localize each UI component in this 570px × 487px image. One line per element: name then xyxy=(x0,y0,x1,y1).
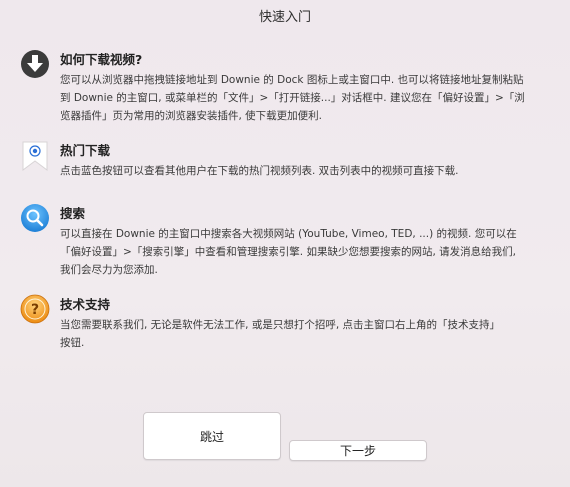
download-arrow-icon xyxy=(20,49,50,79)
section-title: 技术支持 xyxy=(60,297,111,312)
question-icon: ? xyxy=(20,294,50,324)
section-body: 当您需要联系我们, 无论是软件无法工作, 或是只想打个招呼, 点击主窗口右上角的… xyxy=(60,316,560,352)
section-line: 按钮. xyxy=(60,337,85,349)
section-line: 当您需要联系我们, 无论是软件无法工作, 或是只想打个招呼, 点击主窗口右上角的… xyxy=(60,319,501,331)
section-line: 到 Downie 的主窗口, 或菜单栏的「文件」>「打开链接...」对话框中. … xyxy=(60,92,525,104)
section-title: 热门下载 xyxy=(60,143,111,158)
magnifier-icon xyxy=(20,203,50,233)
section-body: 可以直接在 Downie 的主窗口中搜索各大视频网站 (YouTube, Vim… xyxy=(60,225,560,279)
skip-button[interactable]: 跳过 xyxy=(143,412,281,460)
window-title: 快速入门 xyxy=(258,10,311,25)
section-body: 点击蓝色按钮可以查看其他用户在下载的热门视频列表. 双击列表中的视频可直接下载. xyxy=(60,162,560,180)
section-line: 您可以从浏览器中拖拽链接地址到 Downie 的 Dock 图标上或主窗口中. … xyxy=(60,74,524,86)
section-line: 点击蓝色按钮可以查看其他用户在下载的热门视频列表. 双击列表中的视频可直接下载. xyxy=(60,165,459,177)
section-line: 我们会尽力为您添加. xyxy=(60,264,158,276)
section-line: 「偏好设置」>「搜索引擎」中查看和管理搜索引擎. 如果缺少您想要搜索的网站, 请… xyxy=(60,246,516,258)
next-button[interactable]: 下一步 xyxy=(289,440,427,461)
bookmark-icon xyxy=(20,140,50,171)
section-line: 览器插件」页为常用的浏览器安装插件, 使下载更加便利. xyxy=(60,110,323,122)
section-title: 搜索 xyxy=(60,206,86,221)
svg-text:?: ? xyxy=(31,302,39,318)
section-line: 可以直接在 Downie 的主窗口中搜索各大视频网站 (YouTube, Vim… xyxy=(60,228,517,240)
section-body: 您可以从浏览器中拖拽链接地址到 Downie 的 Dock 图标上或主窗口中. … xyxy=(60,71,560,125)
section-title: 如何下载视频? xyxy=(60,52,143,67)
